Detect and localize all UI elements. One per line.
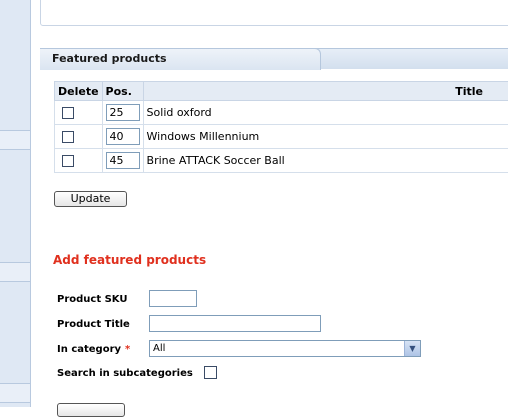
position-input[interactable] xyxy=(106,104,140,121)
delete-cell xyxy=(55,101,103,125)
product-title-label: Product Title xyxy=(57,319,130,330)
table-row: Windows Millennium xyxy=(55,125,508,149)
section-title: Featured products xyxy=(52,52,167,65)
delete-checkbox[interactable] xyxy=(62,155,74,167)
pos-cell xyxy=(102,125,143,149)
column-header-pos: Pos. xyxy=(102,82,143,101)
title-cell: Windows Millennium xyxy=(143,125,508,149)
chevron-down-icon[interactable]: ▼ xyxy=(404,341,420,356)
in-category-label-row: In category * xyxy=(57,344,130,355)
left-sidebar xyxy=(0,0,31,407)
delete-cell xyxy=(55,125,103,149)
position-input[interactable] xyxy=(106,152,140,169)
pos-cell xyxy=(102,101,143,125)
category-select[interactable]: All ▼ xyxy=(149,340,421,357)
delete-checkbox[interactable] xyxy=(62,131,74,143)
sidebar-segment xyxy=(0,130,30,150)
top-panel xyxy=(40,0,508,26)
delete-cell xyxy=(55,149,103,173)
sidebar-segment xyxy=(0,262,30,282)
table-header-row: Delete Pos. Title xyxy=(55,82,508,101)
pos-cell xyxy=(102,149,143,173)
sidebar-segment xyxy=(0,383,30,403)
product-sku-label: Product SKU xyxy=(57,294,128,305)
in-category-label: In category xyxy=(57,344,121,355)
title-cell: Brine ATTACK Soccer Ball xyxy=(143,149,508,173)
featured-products-table: Delete Pos. Title Solid oxford Windows M… xyxy=(54,81,508,173)
update-button[interactable]: Update xyxy=(54,191,127,207)
table-row: Solid oxford xyxy=(55,101,508,125)
product-title-input[interactable] xyxy=(149,315,321,332)
required-mark: * xyxy=(125,344,130,355)
position-input[interactable] xyxy=(106,128,140,145)
column-header-delete: Delete xyxy=(55,82,103,101)
delete-checkbox[interactable] xyxy=(62,107,74,119)
search-subcategories-label: Search in subcategories xyxy=(57,368,193,379)
table-row: Brine ATTACK Soccer Ball xyxy=(55,149,508,173)
search-subcategories-checkbox[interactable] xyxy=(204,366,217,379)
product-sku-input[interactable] xyxy=(149,290,197,307)
search-button[interactable] xyxy=(57,403,125,417)
title-cell: Solid oxford xyxy=(143,101,508,125)
add-featured-title: Add featured products xyxy=(53,253,206,267)
category-select-value: All xyxy=(153,343,165,354)
column-header-title: Title xyxy=(143,82,508,101)
